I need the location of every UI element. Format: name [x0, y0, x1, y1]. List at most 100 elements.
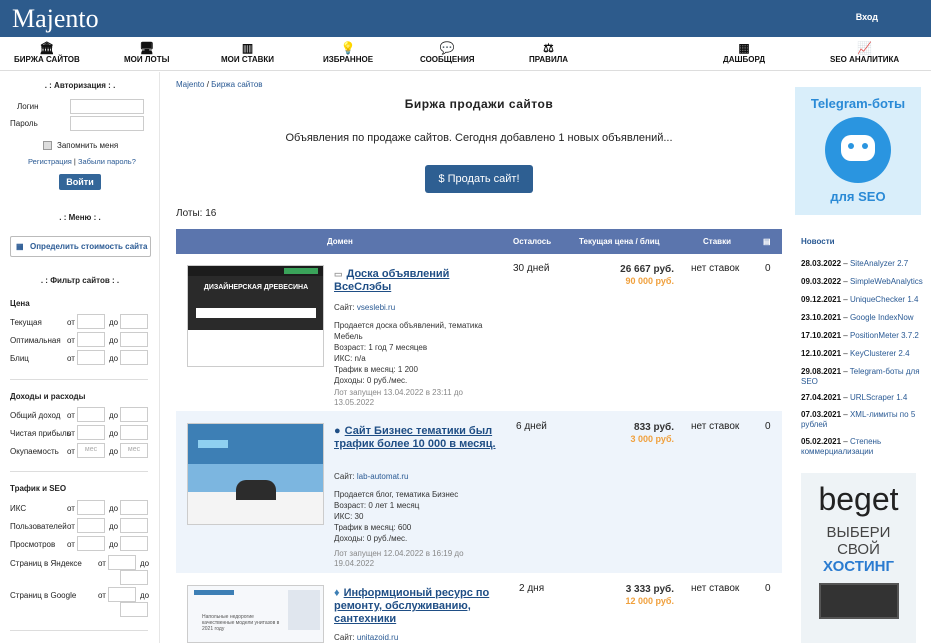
google-to[interactable]	[120, 602, 148, 617]
traffic-section-title: Трафик и SEO	[10, 484, 67, 493]
nav-messages[interactable]: 💬 СООБЩЕНИЯ	[420, 41, 475, 64]
news-item[interactable]: 17.10.2021 – PositionMeter 3.7.2	[801, 331, 926, 341]
yandex-to[interactable]	[120, 570, 148, 585]
to-label: до	[109, 318, 119, 327]
iks-to[interactable]	[120, 500, 148, 515]
calc-value-button[interactable]: ▦ Определить стоимость сайта	[10, 236, 151, 257]
news-item[interactable]: 05.02.2021 – Степень коммерциализации	[801, 437, 926, 457]
lot-title[interactable]: ▭ Доска объявлений ВсеСлэбы	[334, 268, 502, 294]
register-link[interactable]: Регистрация	[28, 157, 72, 166]
users-to[interactable]	[120, 518, 148, 533]
blitz-price: 3 000 руб.	[630, 434, 674, 444]
lot-title[interactable]: ♦ Информционый ресурс по ремонту, обслужи…	[334, 587, 502, 626]
news-item[interactable]: 09.12.2021 – UniqueChecker 1.4	[801, 295, 926, 305]
price-optimal-to[interactable]	[120, 332, 148, 347]
remember-checkbox[interactable]	[43, 141, 52, 150]
users-from[interactable]	[77, 518, 105, 533]
table-row: ● Сайт Бизнес тематики был трафик более 1…	[176, 411, 782, 573]
lot-title[interactable]: ● Сайт Бизнес тематики был трафик более 1…	[334, 425, 502, 451]
from-label: от	[67, 522, 75, 531]
profit-from[interactable]	[77, 425, 105, 440]
news-title: Новости	[801, 237, 835, 246]
scales-icon: ⚖	[543, 41, 554, 55]
to-label: до	[109, 540, 119, 549]
news-item[interactable]: 28.03.2022 – SiteAnalyzer 2.7	[801, 259, 926, 269]
drop-icon: ♦	[334, 587, 340, 599]
beget-banner[interactable]: beget ВЫБЕРИ СВОЙ ХОСТИНГ	[801, 473, 916, 643]
site-thumbnail[interactable]: Напольные недорогие качественные модели …	[187, 585, 324, 643]
price-current-to[interactable]	[120, 314, 148, 329]
server-icon	[818, 583, 899, 619]
breadcrumb-exchange[interactable]: Биржа сайтов	[211, 80, 262, 89]
to-label: до	[109, 447, 119, 456]
site-thumbnail[interactable]: ДИЗАЙНЕРСКАЯ ДРЕВЕСИНА	[187, 265, 324, 367]
col-bids[interactable]: Ставки	[703, 237, 731, 246]
filter-google-label: Страниц в Google	[10, 591, 77, 600]
filter-blitz-label: Блиц	[10, 354, 29, 363]
breadcrumb-home[interactable]: Majento	[176, 80, 204, 89]
login-button[interactable]: Войти	[59, 174, 101, 190]
lots-count: Лоты: 16	[176, 208, 217, 219]
table-header: Домен Осталось Текущая цена / блиц Ставк…	[176, 229, 782, 254]
filter-views-label: Просмотров	[10, 540, 56, 549]
col-price[interactable]: Текущая цена / блиц	[579, 237, 660, 246]
views-from[interactable]	[77, 536, 105, 551]
nav-dashboard[interactable]: ▦ ДАШБОРД	[723, 41, 765, 64]
telegram-bots-banner[interactable]: Telegram-боты для SEO	[795, 87, 921, 215]
forgot-password-link[interactable]: Забыли пароль?	[78, 157, 136, 166]
views-to[interactable]	[120, 536, 148, 551]
breadcrumb: Majento / Биржа сайтов	[176, 80, 263, 89]
payback-from[interactable]: мес	[77, 443, 105, 458]
pin-icon: ●	[334, 425, 341, 437]
nav-my-bids[interactable]: ▥ МОИ СТАВКИ	[221, 41, 274, 64]
divider	[10, 471, 148, 472]
current-price: 3 333 руб.	[625, 584, 674, 595]
news-item[interactable]: 23.10.2021 – Google IndexNow	[801, 313, 926, 323]
price-current-from[interactable]	[77, 314, 105, 329]
col-domain[interactable]: Домен	[327, 237, 353, 246]
password-input[interactable]	[70, 116, 144, 131]
to-label: до	[140, 559, 150, 568]
payback-to[interactable]: мес	[120, 443, 148, 458]
login-link[interactable]: Вход	[856, 12, 878, 22]
income-section-title: Доходы и расходы	[10, 392, 86, 401]
income-from[interactable]	[77, 407, 105, 422]
site-link[interactable]: unitazoid.ru	[357, 633, 398, 642]
to-label: до	[109, 411, 119, 420]
comments-count: 0	[765, 421, 771, 432]
news-item[interactable]: 07.03.2021 – XML-лимиты по 5 рублей	[801, 410, 926, 430]
filter-iks-label: ИКС	[10, 504, 27, 513]
nav-favorites[interactable]: 💡 ИЗБРАННОЕ	[323, 41, 373, 64]
site-thumbnail[interactable]	[187, 423, 324, 525]
site-link[interactable]: vseslebi.ru	[357, 303, 395, 312]
login-input[interactable]	[70, 99, 144, 114]
nav-my-lots[interactable]: 🖥 МОИ ЛОТЫ	[124, 41, 169, 64]
news-item[interactable]: 27.04.2021 – URLScraper 1.4	[801, 393, 926, 403]
time-left: 30 дней	[513, 263, 550, 274]
sell-site-button[interactable]: $ Продать сайт!	[425, 165, 533, 193]
login-label: Логин	[17, 102, 39, 111]
nav-rules[interactable]: ⚖ ПРАВИЛА	[529, 41, 568, 64]
google-from[interactable]	[108, 587, 136, 602]
news-item[interactable]: 12.10.2021 – KeyClusterer 2.4	[801, 349, 926, 359]
site-link[interactable]: lab-automat.ru	[357, 472, 409, 481]
price-blitz-from[interactable]	[77, 350, 105, 365]
nav-exchange[interactable]: 🏛 БИРЖА САЙТОВ	[14, 41, 80, 64]
news-item[interactable]: 29.08.2021 – Telegram-боты для SEO	[801, 367, 926, 387]
current-price: 833 руб.	[634, 422, 674, 433]
nav-seo-analytics[interactable]: 📈 SEO АНАЛИТИКА	[830, 41, 899, 64]
from-label: от	[67, 540, 75, 549]
yandex-from[interactable]	[108, 555, 136, 570]
price-blitz-to[interactable]	[120, 350, 148, 365]
bulb-icon: 💡	[340, 41, 356, 55]
profit-to[interactable]	[120, 425, 148, 440]
logo[interactable]: Majento	[12, 4, 99, 34]
main-content: Majento / Биржа сайтов Биржа продажи сай…	[176, 72, 782, 643]
col-time-left[interactable]: Осталось	[513, 237, 551, 246]
income-to[interactable]	[120, 407, 148, 422]
iks-from[interactable]	[77, 500, 105, 515]
chart-icon: 📈	[857, 41, 873, 55]
price-optimal-from[interactable]	[77, 332, 105, 347]
site-line: Сайт: lab-automat.ru	[334, 472, 409, 481]
news-item[interactable]: 09.03.2022 – SimpleWebAnalytics	[801, 277, 926, 287]
